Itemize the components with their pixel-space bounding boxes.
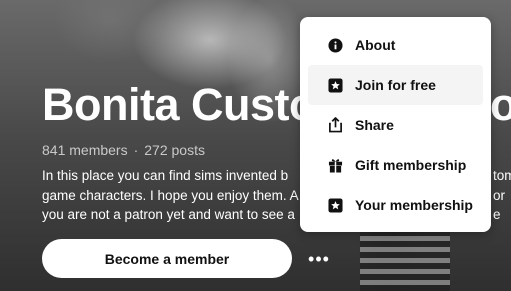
description-line: In this place you can find sims invented…	[42, 168, 289, 183]
page-title: Bonita Custo	[42, 79, 316, 130]
more-options-button[interactable]: •••	[307, 247, 331, 271]
creator-description: In this place you can find sims invented…	[42, 166, 299, 225]
menu-item-about[interactable]: About	[308, 25, 483, 65]
menu-item-label: Gift membership	[355, 157, 467, 173]
menu-item-gift-membership[interactable]: Gift membership	[308, 145, 483, 185]
menu-item-label: About	[355, 37, 396, 53]
creator-stats: 841 members · 272 posts	[42, 142, 205, 158]
menu-item-label: Your membership	[355, 197, 473, 213]
stats-separator: ·	[133, 142, 139, 158]
become-member-button[interactable]: Become a member	[42, 239, 292, 278]
description-line: or	[493, 187, 506, 203]
description-line: tom	[493, 168, 511, 183]
gift-icon	[327, 157, 343, 173]
options-menu: About Join for free Share Gift membershi…	[300, 17, 491, 232]
member-count: 841 members	[42, 142, 128, 158]
description-line: e	[493, 207, 501, 222]
page-title-tail: o	[490, 79, 511, 130]
menu-item-your-membership[interactable]: Your membership	[308, 185, 483, 225]
description-line: game characters. I hope you enjoy them. …	[42, 187, 299, 203]
share-icon	[327, 117, 343, 133]
star-badge-icon	[327, 197, 343, 213]
menu-item-label: Join for free	[355, 77, 436, 93]
info-icon	[327, 37, 343, 53]
description-line: you are not a patron yet and want to see…	[42, 207, 295, 222]
menu-item-share[interactable]: Share	[308, 105, 483, 145]
menu-item-label: Share	[355, 117, 394, 133]
banner-decor	[360, 230, 450, 291]
creator-description-overflow: tom or e	[493, 166, 511, 225]
more-icon: •••	[308, 249, 330, 269]
star-badge-icon	[327, 77, 343, 93]
menu-item-join-free[interactable]: Join for free	[308, 65, 483, 105]
post-count: 272 posts	[144, 142, 205, 158]
